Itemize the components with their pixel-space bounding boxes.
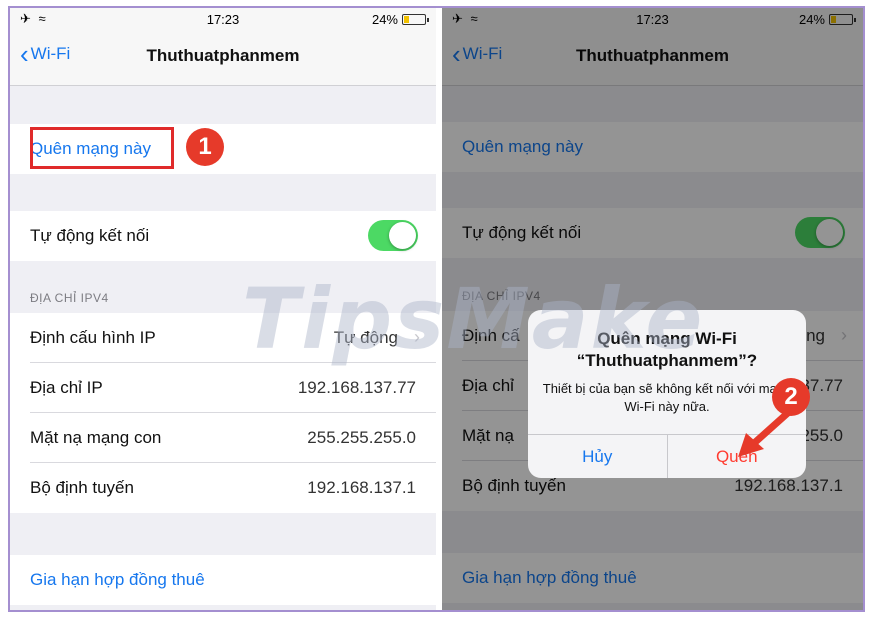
screenshot-frame: ✈ ≈ 17:23 24% ‹ Wi-Fi Thuthuatphanmem Qu… xyxy=(8,6,865,612)
ipv4-section-header: ĐỊA CHỈ IPV4 xyxy=(30,291,109,305)
router-label: Bộ định tuyến xyxy=(30,478,134,497)
chevron-right-icon: › xyxy=(414,327,420,347)
ip-config-label: Định cấu hình IP xyxy=(30,328,156,347)
battery-percent: 24% xyxy=(371,12,398,27)
left-screen: ✈ ≈ 17:23 24% ‹ Wi-Fi Thuthuatphanmem Qu… xyxy=(10,8,436,610)
toggle-knob xyxy=(389,222,416,249)
ip-config-value: Tự động xyxy=(333,328,398,347)
step-2-badge: 2 xyxy=(772,378,810,416)
router-value: 192.168.137.1 xyxy=(307,478,416,497)
auto-join-label: Tự động kết nối xyxy=(30,226,150,245)
subnet-mask-row: Mặt nạ mạng con 255.255.255.0 xyxy=(10,413,436,463)
ip-address-row: Địa chỉ IP 192.168.137.77 xyxy=(10,363,436,413)
status-bar: ✈ ≈ 17:23 24% xyxy=(10,8,436,30)
battery-fill xyxy=(404,16,409,23)
ip-address-value: 192.168.137.77 xyxy=(297,378,416,397)
cancel-button[interactable]: Hủy xyxy=(528,435,668,478)
auto-join-toggle[interactable] xyxy=(368,220,418,251)
ip-config-row[interactable]: Định cấu hình IP Tự động › xyxy=(10,313,436,363)
alert-title-line2: “Thuthuatphanmem”? xyxy=(576,351,758,370)
subnet-mask-label: Mặt nạ mạng con xyxy=(30,428,162,447)
page-title: Thuthuatphanmem xyxy=(146,46,300,65)
ip-address-label: Địa chỉ IP xyxy=(30,378,103,397)
modal-dim-overlay xyxy=(442,8,863,610)
right-screen: ✈ ≈ 17:23 24% ‹ Wi-Fi Thuthuatphanmem Qu… xyxy=(442,8,863,610)
battery-icon xyxy=(402,14,429,25)
navigation-bar: ‹ Wi-Fi Thuthuatphanmem xyxy=(10,30,436,86)
alert-title-line1: Quên mạng Wi-Fi xyxy=(597,329,737,348)
alert-title: Quên mạng Wi-Fi “Thuthuatphanmem”? xyxy=(538,328,796,372)
router-row: Bộ định tuyến 192.168.137.1 xyxy=(10,463,436,513)
battery-indicator: 24% xyxy=(371,12,429,27)
subnet-mask-value: 255.255.255.0 xyxy=(307,428,416,447)
auto-join-row: Tự động kết nối xyxy=(10,211,436,261)
renew-lease-label: Gia hạn hợp đồng thuê xyxy=(30,570,205,589)
renew-lease-button[interactable]: Gia hạn hợp đồng thuê xyxy=(10,555,436,605)
step-1-badge: 1 xyxy=(186,128,224,166)
annotation-highlight-box xyxy=(30,127,174,169)
